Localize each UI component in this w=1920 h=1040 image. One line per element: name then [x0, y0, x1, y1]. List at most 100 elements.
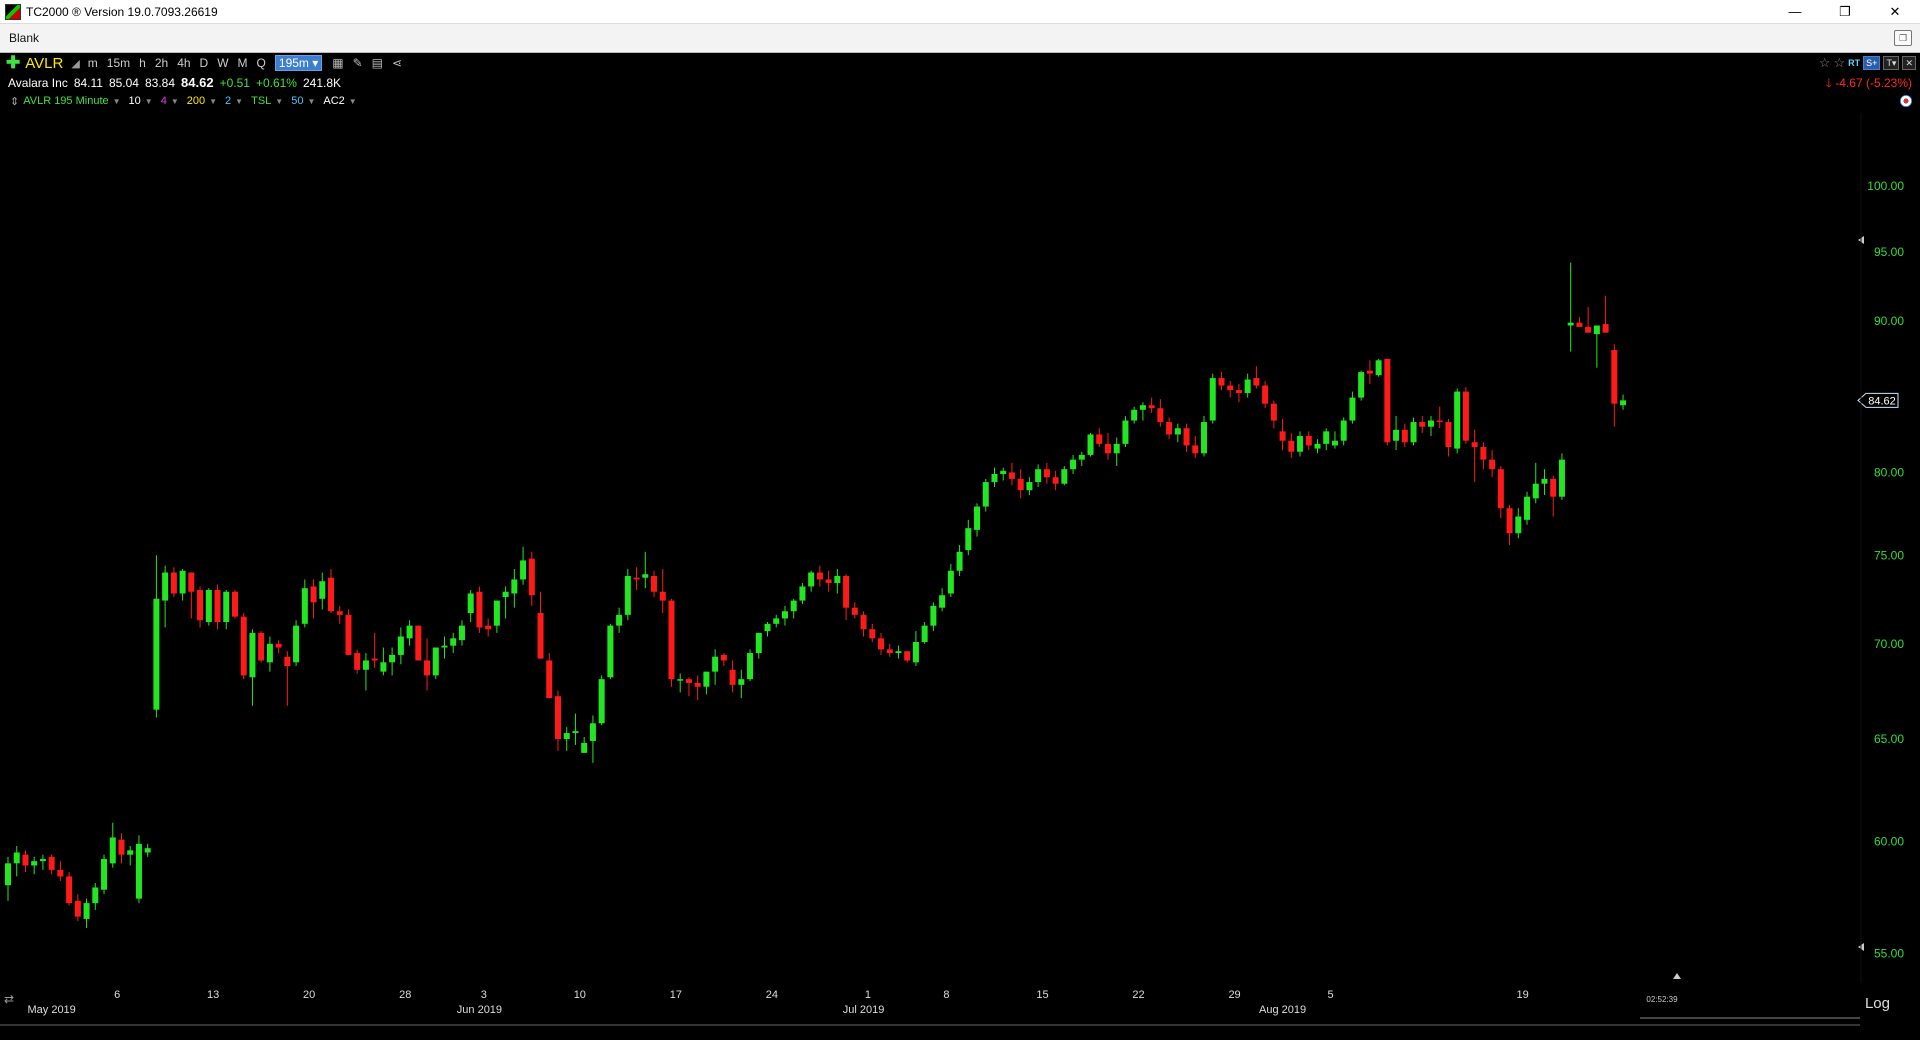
candle: [109, 822, 116, 868]
candle-body: [991, 474, 998, 483]
candle: [1104, 432, 1111, 460]
candle: [1052, 470, 1059, 491]
candle-body: [1104, 443, 1111, 454]
candle-body: [1000, 470, 1007, 475]
candles-group: [5, 262, 1627, 929]
layout-tab-blank[interactable]: Blank: [9, 31, 39, 45]
candle: [1427, 415, 1434, 437]
candle: [1113, 437, 1120, 467]
candle: [1602, 295, 1609, 333]
candle-body: [231, 591, 238, 617]
candle-body: [825, 579, 832, 583]
candle-body: [1550, 478, 1557, 497]
candle-body: [1078, 454, 1085, 460]
candle: [825, 570, 832, 592]
candle: [13, 846, 20, 877]
candle: [886, 643, 893, 657]
candle-body: [1331, 440, 1338, 446]
candle: [685, 677, 692, 697]
candle: [1454, 388, 1461, 454]
candle-body: [371, 658, 378, 661]
candle-body: [694, 682, 701, 687]
candle-body: [1157, 408, 1164, 423]
candle: [293, 620, 300, 667]
restore-panel-icon[interactable]: ❐: [1894, 30, 1912, 46]
candle: [48, 854, 55, 875]
candle-body: [912, 642, 919, 663]
candle-body: [755, 632, 762, 654]
candle-body: [1349, 397, 1356, 421]
candle: [266, 636, 273, 672]
month-tick-label: Jun 2019: [457, 1004, 502, 1016]
log-scale-toggle[interactable]: Log: [1865, 995, 1890, 1012]
candle: [336, 605, 343, 624]
date-tick-label: 22: [1132, 989, 1144, 1001]
price-tick-label: 60.00: [1874, 835, 1904, 849]
candle-body: [1201, 422, 1208, 454]
candle: [458, 620, 465, 646]
candle: [39, 854, 46, 870]
candle: [380, 647, 387, 676]
candle-body: [275, 643, 282, 648]
candle-body: [712, 656, 719, 672]
candle-body: [1323, 431, 1330, 444]
candle-body: [197, 589, 204, 621]
chart-annotations: 02:52:39 Log ⇄: [0, 113, 1890, 1026]
candle-body: [476, 591, 483, 628]
candle: [712, 649, 719, 685]
candle-body: [266, 643, 273, 663]
candle: [493, 600, 500, 633]
candle: [677, 673, 684, 693]
restore-button[interactable]: ❐: [1820, 0, 1870, 23]
candle-body: [328, 577, 335, 612]
candle-body: [843, 575, 850, 608]
candle: [956, 545, 963, 576]
candle: [738, 669, 745, 699]
candle: [328, 569, 335, 614]
candle: [249, 629, 256, 706]
candle: [450, 632, 457, 654]
candle-body: [764, 623, 771, 632]
date-tick-label: 28: [399, 989, 411, 1001]
date-tick-label: 29: [1228, 989, 1240, 1001]
candle: [1209, 373, 1216, 424]
candle: [135, 835, 142, 904]
candle-body: [851, 607, 858, 615]
candle-body: [930, 605, 937, 626]
price-tick-label: 75.00: [1874, 548, 1904, 562]
candle-body: [554, 696, 561, 739]
month-tick-label: May 2019: [27, 1004, 75, 1016]
candle: [1218, 372, 1225, 391]
candle-body: [1515, 516, 1522, 534]
candle-body: [1139, 405, 1146, 410]
price-chart[interactable]: 55.00 60.00 65.00 70.00 75.00 80.00 90.00 95.00…: [0, 53, 1920, 1040]
candle-body: [589, 723, 596, 741]
candle-body: [616, 614, 623, 626]
candle-body: [598, 679, 605, 724]
candle: [642, 551, 649, 589]
candle: [755, 632, 762, 659]
chart-window[interactable]: ✚ AVLR ◢ m 15m h 2h 4h D W M Q 195m ▾ ▦ …: [0, 53, 1920, 1040]
last-price-tag: 84.62: [1857, 392, 1899, 408]
candle-body: [293, 625, 300, 663]
candle: [1061, 466, 1068, 486]
candle-body: [1017, 478, 1024, 491]
minimize-button[interactable]: —: [1770, 0, 1820, 23]
candle: [144, 843, 151, 857]
candle-body: [109, 837, 116, 864]
candle: [1148, 397, 1155, 413]
candle-body: [1340, 420, 1347, 441]
candle-body: [1585, 326, 1592, 333]
candle-body: [1244, 379, 1251, 394]
candle: [703, 671, 710, 695]
candle-body: [441, 645, 448, 648]
date-tick-label: 5: [1328, 989, 1334, 1001]
candle-body: [1148, 405, 1155, 409]
close-button[interactable]: ✕: [1870, 0, 1920, 23]
candle-body: [458, 625, 465, 641]
candle-body: [1611, 350, 1618, 404]
candle: [843, 574, 850, 621]
candle-body: [1209, 378, 1216, 421]
candle: [1043, 462, 1050, 484]
candle-body: [1524, 496, 1531, 520]
